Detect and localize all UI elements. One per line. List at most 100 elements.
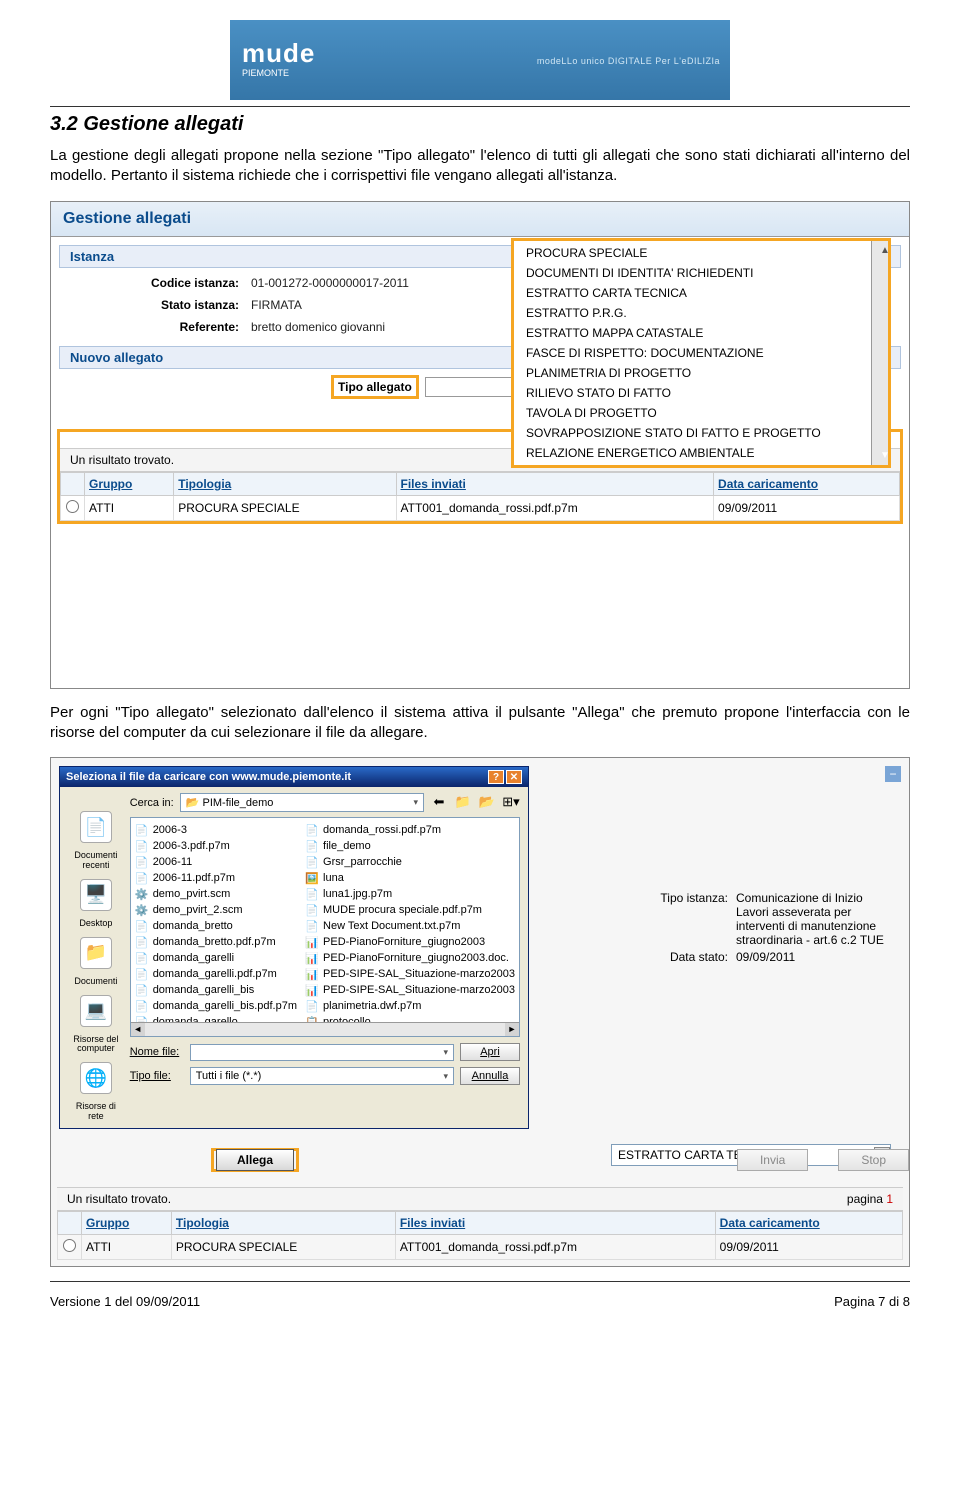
- body-paragraph-2: Per ogni "Tipo allegato" selezionato dal…: [50, 703, 910, 744]
- th-gruppo[interactable]: Gruppo: [85, 472, 174, 495]
- back-icon[interactable]: ⬅: [430, 794, 448, 812]
- dialog-title: Seleziona il file da caricare con www.mu…: [66, 771, 351, 783]
- footer-page: Pagina 7 di 8: [834, 1294, 910, 1309]
- value-referente: bretto domenico giovanni: [251, 320, 385, 334]
- file-icon: 📄: [305, 855, 319, 869]
- file-item[interactable]: 📄planimetria.dwf.p7m: [305, 998, 515, 1014]
- file-icon: 📊: [305, 951, 319, 965]
- file-item[interactable]: 📄domanda_garelli_bis.pdf.p7m: [135, 998, 297, 1014]
- apri-button[interactable]: Apri: [460, 1043, 520, 1061]
- recent-docs-icon[interactable]: 📄: [80, 811, 112, 843]
- horizontal-scrollbar[interactable]: ◄►: [131, 1022, 519, 1036]
- file-icon: 📄: [135, 983, 149, 997]
- label-referente: Referente:: [101, 320, 251, 334]
- allega-button[interactable]: Allega: [216, 1149, 294, 1171]
- dropdown-option[interactable]: SOVRAPPOSIZIONE STATO DI FATTO E PROGETT…: [518, 423, 884, 443]
- file-item[interactable]: 📊PED-SIPE-SAL_Situazione-marzo2003: [305, 966, 515, 982]
- file-item[interactable]: 📄domanda_garelli_bis: [135, 982, 297, 998]
- filetype-combo[interactable]: Tutti i file (*.*)▾: [190, 1067, 454, 1085]
- scroll-left-icon[interactable]: ◄: [131, 1023, 145, 1036]
- file-item[interactable]: 📄2006-11: [135, 854, 297, 870]
- logo-text: mude: [242, 42, 315, 64]
- file-item[interactable]: 📄MUDE procura speciale.pdf.p7m: [305, 902, 515, 918]
- file-item[interactable]: 📄2006-3: [135, 822, 297, 838]
- file-item[interactable]: 📄file_demo: [305, 838, 515, 854]
- table-row[interactable]: ATTIPROCURA SPECIALEATT001_domanda_rossi…: [58, 1235, 903, 1260]
- tipo-istanza-value: Comunicazione di Inizio Lavori asseverat…: [736, 891, 891, 947]
- invia-button[interactable]: Invia: [737, 1149, 808, 1171]
- file-item[interactable]: 📊PED-PianoForniture_giugno2003.doc.: [305, 950, 515, 966]
- documents-icon[interactable]: 📁: [80, 937, 112, 969]
- file-item[interactable]: 📄domanda_garelli: [135, 950, 297, 966]
- file-item[interactable]: 📄domanda_bretto.pdf.p7m: [135, 934, 297, 950]
- stop-button[interactable]: Stop: [838, 1149, 909, 1171]
- up-icon[interactable]: 📁: [454, 794, 472, 812]
- dropdown-option[interactable]: DOCUMENTI DI IDENTITA' RICHIEDENTI: [518, 263, 884, 283]
- table-row[interactable]: ATTIPROCURA SPECIALEATT001_domanda_rossi…: [61, 495, 900, 520]
- file-icon: 📊: [305, 967, 319, 981]
- row-radio[interactable]: [63, 1239, 76, 1252]
- result-count-2: Un risultato trovato.: [67, 1192, 171, 1206]
- file-item[interactable]: 📊PED-PianoForniture_giugno2003: [305, 934, 515, 950]
- dropdown-option[interactable]: RILIEVO STATO DI FATTO: [518, 383, 884, 403]
- th-tipologia[interactable]: Tipologia: [171, 1212, 395, 1235]
- th-tipologia[interactable]: Tipologia: [174, 472, 396, 495]
- folder-combo[interactable]: 📂 PIM-file_demo▾: [180, 793, 424, 812]
- file-item[interactable]: 📄domanda_rossi.pdf.p7m: [305, 822, 515, 838]
- file-item[interactable]: 📄luna1.jpg.p7m: [305, 886, 515, 902]
- th-files[interactable]: Files inviati: [396, 472, 714, 495]
- file-icon: 📄: [305, 903, 319, 917]
- dropdown-option[interactable]: RELAZIONE ENERGETICO AMBIENTALE: [518, 443, 884, 463]
- th-files[interactable]: Files inviati: [395, 1212, 715, 1235]
- file-icon: 📄: [135, 839, 149, 853]
- dropdown-option[interactable]: FASCE DI RISPETTO: DOCUMENTAZIONE: [518, 343, 884, 363]
- footer-version: Versione 1 del 09/09/2011: [50, 1294, 200, 1309]
- dropdown-option[interactable]: ESTRATTO MAPPA CATASTALE: [518, 323, 884, 343]
- file-item[interactable]: ⚙️demo_pvirt.scm: [135, 886, 297, 902]
- th-data[interactable]: Data caricamento: [714, 472, 900, 495]
- file-item[interactable]: 📄domanda_bretto: [135, 918, 297, 934]
- file-item[interactable]: 📄2006-11.pdf.p7m: [135, 870, 297, 886]
- file-item[interactable]: 🖼️luna: [305, 870, 515, 886]
- tipo-file-label: Tipo file:: [130, 1070, 184, 1082]
- file-item[interactable]: 📄New Text Document.txt.p7m: [305, 918, 515, 934]
- network-icon[interactable]: 🌐: [80, 1062, 112, 1094]
- body-paragraph-1: La gestione degli allegati propone nella…: [50, 146, 910, 187]
- file-icon: ⚙️: [135, 887, 149, 901]
- scroll-right-icon[interactable]: ►: [505, 1023, 519, 1036]
- minimize-icon[interactable]: −: [885, 766, 901, 782]
- dropdown-scrollbar[interactable]: ▲▼: [871, 241, 888, 465]
- dropdown-option[interactable]: ESTRATTO CARTA TECNICA: [518, 283, 884, 303]
- computer-icon[interactable]: 💻: [80, 995, 112, 1027]
- file-list[interactable]: 📄2006-3📄2006-3.pdf.p7m📄2006-11📄2006-11.p…: [130, 817, 520, 1037]
- file-item[interactable]: ⚙️demo_pvirt_2.scm: [135, 902, 297, 918]
- filename-input[interactable]: ▾: [190, 1044, 454, 1061]
- row-radio[interactable]: [66, 500, 79, 513]
- close-icon[interactable]: ✕: [506, 770, 522, 784]
- dropdown-option[interactable]: PROCURA SPECIALE: [518, 243, 884, 263]
- dropdown-option[interactable]: ESTRATTO P.R.G.: [518, 303, 884, 323]
- file-icon: 📄: [135, 855, 149, 869]
- new-folder-icon[interactable]: 📂: [478, 794, 496, 812]
- file-icon: 📄: [305, 999, 319, 1013]
- tipo-allegato-dropdown-list[interactable]: PROCURA SPECIALE DOCUMENTI DI IDENTITA' …: [511, 238, 891, 468]
- page-number-2: 1: [886, 1192, 893, 1206]
- file-icon: 📄: [305, 823, 319, 837]
- file-item[interactable]: 📄2006-3.pdf.p7m: [135, 838, 297, 854]
- file-icon: 📄: [305, 839, 319, 853]
- results-table: GruppoTipologiaFiles inviatiData caricam…: [60, 472, 900, 521]
- dropdown-option[interactable]: PLANIMETRIA DI PROGETTO: [518, 363, 884, 383]
- annulla-button[interactable]: Annulla: [460, 1067, 520, 1085]
- file-icon: 📊: [305, 983, 319, 997]
- file-item[interactable]: 📄domanda_garelli.pdf.p7m: [135, 966, 297, 982]
- file-icon: 📄: [135, 935, 149, 949]
- th-data[interactable]: Data caricamento: [715, 1212, 902, 1235]
- desktop-icon[interactable]: 🖥️: [80, 879, 112, 911]
- file-item[interactable]: 📊PED-SIPE-SAL_Situazione-marzo2003: [305, 982, 515, 998]
- file-item[interactable]: 📄Grsr_parrocchie: [305, 854, 515, 870]
- views-icon[interactable]: ⊞▾: [502, 794, 520, 812]
- result-count: Un risultato trovato.: [70, 453, 174, 467]
- th-gruppo[interactable]: Gruppo: [82, 1212, 172, 1235]
- dropdown-option[interactable]: TAVOLA DI PROGETTO: [518, 403, 884, 423]
- help-icon[interactable]: ?: [488, 770, 504, 784]
